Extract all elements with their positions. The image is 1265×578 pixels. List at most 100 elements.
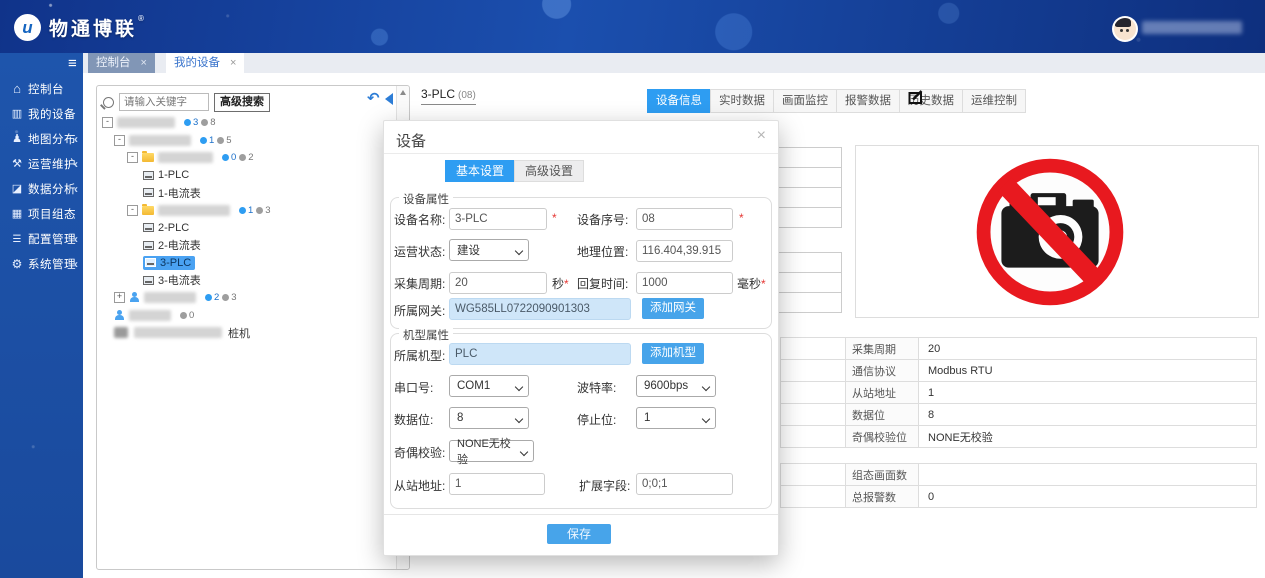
close-icon[interactable]: ×	[141, 57, 147, 69]
background-input[interactable]	[770, 187, 842, 208]
tree-node-device[interactable]: 1-PLC	[97, 167, 395, 185]
sidebar-item-map[interactable]: 地图分布‹	[0, 126, 83, 151]
devices-icon	[9, 107, 25, 120]
background-input[interactable]	[770, 292, 842, 313]
chevron-left-icon: ‹	[74, 132, 78, 146]
ext-field-label: 扩展字段:	[579, 477, 630, 494]
operation-status-select[interactable]: 建设	[449, 239, 529, 261]
background-input[interactable]	[770, 147, 842, 168]
close-icon[interactable]: ×	[757, 127, 766, 145]
scroll-up-icon[interactable]	[400, 90, 406, 95]
tree-node-folder[interactable]: -13	[97, 202, 395, 220]
collapse-expander-icon[interactable]: -	[114, 135, 125, 146]
tree-node-group[interactable]: -15	[97, 132, 395, 150]
sidebar-item-maintenance[interactable]: 运营维护‹	[0, 151, 83, 176]
background-input[interactable]	[770, 252, 842, 273]
sidebar-collapse-icon[interactable]: ≡	[68, 55, 77, 72]
collapse-expander-icon[interactable]: -	[102, 117, 113, 128]
add-model-button[interactable]: 添加机型	[642, 343, 704, 364]
tab-realtime-data[interactable]: 实时数据	[710, 89, 774, 113]
table-row: 数据位8	[781, 404, 1257, 426]
device-name-input[interactable]	[449, 208, 547, 230]
background-input[interactable]	[770, 272, 842, 293]
save-button[interactable]: 保存	[547, 524, 611, 544]
background-input[interactable]	[770, 167, 842, 188]
model-input[interactable]	[449, 343, 631, 365]
online-dot	[200, 137, 207, 144]
sidebar-item-system-mgmt[interactable]: 系统管理‹	[0, 251, 83, 276]
search-input[interactable]	[119, 93, 209, 111]
add-gateway-button[interactable]: 添加网关	[642, 298, 704, 319]
edit-icon[interactable]	[908, 89, 924, 108]
window-tab-strip: 控制台× 我的设备×	[83, 53, 1265, 73]
tree-node-group[interactable]: 桩机	[97, 324, 395, 342]
tree-node-device[interactable]: 2-电流表	[97, 237, 395, 255]
person-icon	[129, 292, 140, 303]
table-row: 奇偶校验位NONE无校验	[781, 426, 1257, 448]
window-tab-my-devices[interactable]: 我的设备×	[166, 53, 244, 73]
sidebar-item-project-config[interactable]: 项目组态	[0, 201, 83, 226]
tree-node-device[interactable]: 1-电流表	[97, 184, 395, 202]
sidebar-item-my-devices[interactable]: 我的设备	[0, 101, 83, 126]
background-input[interactable]	[770, 207, 842, 228]
tab-advanced-settings[interactable]: 高级设置	[514, 160, 584, 182]
sidebar-item-config-mgmt[interactable]: 配置管理‹	[0, 226, 83, 251]
tree-node-group[interactable]: 0	[97, 307, 395, 325]
window-tab-console[interactable]: 控制台×	[88, 53, 155, 73]
folder-icon	[142, 206, 154, 215]
serial-port-select[interactable]: COM1	[449, 375, 529, 397]
tree-node-folder[interactable]: -02	[97, 149, 395, 167]
username-redacted[interactable]	[1142, 21, 1242, 34]
modal-header-divider	[384, 153, 778, 154]
offline-dot	[256, 207, 263, 214]
table-row: 采集周期20	[781, 338, 1257, 360]
redacted-icon	[114, 327, 128, 338]
collapse-expander-icon[interactable]: +	[114, 292, 125, 303]
advanced-search-button[interactable]: 高级搜索	[214, 93, 270, 112]
parity-select[interactable]: NONE无校验	[449, 440, 534, 462]
brand-logo: u 物通博联®	[14, 12, 147, 42]
data-bits-select[interactable]: 8	[449, 407, 529, 429]
collect-period-input[interactable]	[449, 272, 547, 294]
tab-basic-settings[interactable]: 基本设置	[445, 160, 515, 182]
close-icon[interactable]: ×	[230, 57, 236, 69]
panel-collapse-icon[interactable]	[385, 93, 393, 105]
collapse-expander-icon[interactable]: -	[127, 205, 138, 216]
geo-location-input[interactable]	[636, 240, 733, 262]
tab-screen-monitor[interactable]: 画面监控	[773, 89, 837, 113]
collapse-expander-icon[interactable]: -	[127, 152, 138, 163]
stop-bits-label: 停止位:	[577, 411, 616, 428]
device-icon	[143, 223, 154, 232]
map-pin-icon	[9, 132, 25, 145]
device-icon	[143, 276, 154, 285]
baud-rate-label: 波特率:	[577, 379, 616, 396]
ext-field-input[interactable]	[636, 473, 733, 495]
tree-node-device-selected[interactable]: 3-PLC	[97, 254, 395, 272]
data-bits-label: 数据位:	[394, 411, 433, 428]
redacted-label	[134, 327, 222, 338]
home-icon	[9, 81, 25, 96]
sidebar-item-console[interactable]: 控制台	[0, 76, 83, 101]
stop-bits-select[interactable]: 1	[636, 407, 716, 429]
device-serial-input[interactable]	[636, 208, 733, 230]
baud-rate-select[interactable]: 9600bps	[636, 375, 716, 397]
undo-icon[interactable]: ↶	[367, 89, 380, 107]
gateway-input[interactable]	[449, 298, 631, 320]
period-unit: 秒*	[552, 275, 569, 292]
tree-node-root[interactable]: -38	[97, 114, 395, 132]
device-name-label: 设备名称:	[394, 211, 445, 228]
user-avatar[interactable]	[1112, 16, 1138, 42]
section-legend: 机型属性	[399, 327, 453, 343]
sidebar-item-analytics[interactable]: 数据分析‹	[0, 176, 83, 201]
folder-icon	[142, 153, 154, 162]
tab-alarm-data[interactable]: 报警数据	[836, 89, 900, 113]
tab-device-info[interactable]: 设备信息	[647, 89, 711, 113]
tree-node-device[interactable]: 3-电流表	[97, 272, 395, 290]
slave-address-input[interactable]	[449, 473, 545, 495]
tree-node-group[interactable]: +23	[97, 289, 395, 307]
tree-node-device[interactable]: 2-PLC	[97, 219, 395, 237]
table-row: 从站地址1	[781, 382, 1257, 404]
tab-ops-control[interactable]: 运维控制	[962, 89, 1026, 113]
redacted-label	[144, 292, 196, 303]
reply-time-input[interactable]	[636, 272, 733, 294]
